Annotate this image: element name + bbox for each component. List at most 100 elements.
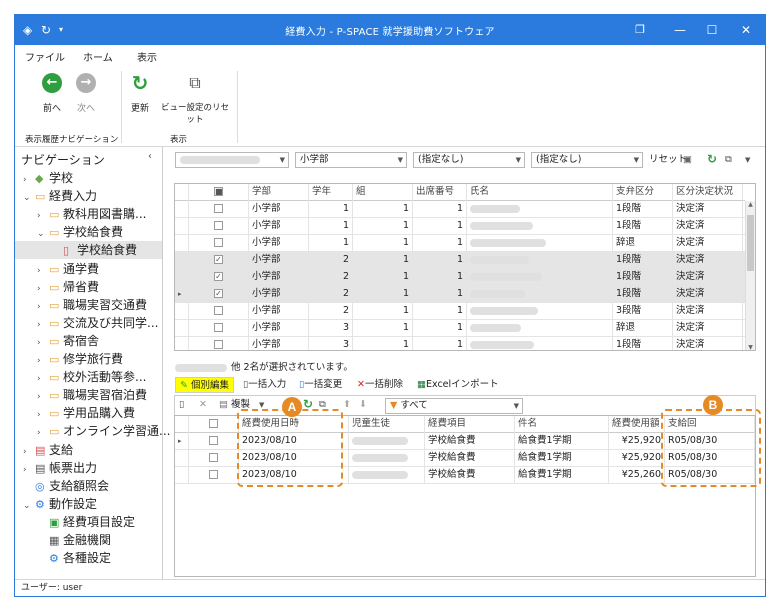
tab-bulk-delete[interactable]: ✕一括削除 [353,377,407,393]
move-up-icon[interactable]: ⬆ [343,398,351,412]
select-all-checkbox[interactable] [189,416,239,433]
row-checkbox[interactable] [189,450,239,467]
close-button[interactable]: ✕ [731,15,761,45]
grade-combo[interactable]: (指定なし) ▼ [413,152,525,168]
next-button[interactable]: → 次へ [71,73,101,114]
column-header[interactable]: 件名 [515,416,609,433]
nav-item[interactable]: › ▭ 通学費 [37,260,99,278]
nav-item[interactable]: › ◆ 学校 [23,169,73,187]
cell-status: 決定済 [673,235,743,252]
nav-item[interactable]: › ▭ 教科用図書購... [37,205,146,223]
refresh-icon[interactable]: ↻ [707,152,717,166]
item-icon: ▤ [35,461,46,475]
nav-item[interactable]: ▣ 経費項目設定 [37,513,135,531]
tab-bulk-input[interactable]: ▯一括入力 [239,377,290,393]
nav-item[interactable]: ⚙ 各種設定 [37,549,111,567]
table-row[interactable]: ✓ 小学部 2 1 1 1段階 決定済 [175,269,745,286]
row-checkbox[interactable]: ✓ [189,286,249,303]
row-checkbox[interactable] [189,337,249,350]
row-checkbox[interactable] [189,320,249,337]
nav-item[interactable]: › ▭ 学用品購入費 [37,404,135,422]
chevron-down-icon[interactable]: ⌄ [23,497,35,515]
row-indicator [175,450,189,467]
department-combo[interactable]: 小学部 ▼ [295,152,407,168]
checkbox-icon: ✓ [214,289,223,298]
table-row[interactable]: 小学部 1 1 1 1段階 決定済 [175,218,745,235]
scroll-down-icon[interactable]: ▼ [746,344,755,350]
nav-item[interactable]: › ▭ オンライン学習通... [37,422,170,440]
select-all-checkbox[interactable]: ■ [189,184,249,201]
restore-layout-button[interactable]: ❐ [625,15,655,45]
nav-item[interactable]: › ▭ 寄宿舎 [37,332,99,350]
tab-individual-edit[interactable]: ✎ 個別編集 [175,377,235,393]
nav-item[interactable]: › ▤ 帳票出力 [23,459,97,477]
layout-icon[interactable]: ▣ [683,153,692,167]
row-checkbox[interactable] [189,235,249,252]
nav-item[interactable]: › ▭ 帰省費 [37,278,99,296]
copy-icon[interactable]: ▤ [219,398,228,412]
column-header[interactable]: 経費項目 [425,416,515,433]
column-header[interactable]: 区分決定状況 [673,184,743,201]
row-indicator-header [175,416,189,433]
nav-item[interactable]: › ▭ 職場実習宿泊費 [37,386,147,404]
nav-item[interactable]: › ▭ 校外活動等参... [37,368,146,386]
row-indicator [175,467,189,484]
column-header[interactable]: 出席番号 [413,184,467,201]
table-row[interactable]: 小学部 3 1 1 辞退 決定済 [175,320,745,337]
class-combo[interactable]: (指定なし) ▼ [531,152,643,168]
nav-item[interactable]: › ▤ 支給 [23,441,73,459]
column-header[interactable]: 児童生徒 [349,416,425,433]
nav-item[interactable]: › ▭ 修学旅行費 [37,350,123,368]
column-header[interactable]: 経費使用額 [609,416,665,433]
nav-item[interactable]: ⌄ ⚙ 動作設定 [23,495,97,513]
more-options-icon[interactable]: ▼ [745,153,750,167]
export-icon[interactable]: ⧉ [725,153,732,167]
collapse-panel-icon[interactable]: ‹ [148,151,152,162]
nav-item[interactable]: ⌄ ▭ 経費入力 [23,187,97,205]
vertical-scrollbar[interactable]: ▲ ▼ [745,201,755,350]
column-header[interactable]: 学年 [309,184,353,201]
reset-view-button[interactable]: ⧉ ビュー設定のリセット [157,73,233,125]
minimize-button[interactable]: — [665,15,695,45]
tab-excel-import[interactable]: ▦Excelインポート [413,377,503,393]
nav-item[interactable]: › ▭ 職場実習交通費 [37,296,147,314]
maximize-button[interactable]: ☐ [697,15,727,45]
refresh-button[interactable]: ↻ 更新 [125,73,155,114]
table-row[interactable]: 小学部 3 1 1 1段階 決定済 [175,337,745,350]
column-header[interactable]: 氏名 [467,184,613,201]
column-header[interactable]: 組 [353,184,413,201]
table-row[interactable]: ✓ 小学部 2 1 1 1段階 決定済 [175,252,745,269]
delete-record-icon[interactable]: ✕ [199,398,207,412]
row-checkbox[interactable]: ✓ [189,269,249,286]
back-button[interactable]: ← 前へ [37,73,67,114]
row-checkbox[interactable] [189,218,249,235]
row-checkbox[interactable]: ✓ [189,252,249,269]
nav-item[interactable]: ▯ 学校給食費 [15,241,162,260]
menu-file[interactable]: ファイル [25,49,65,64]
nav-item[interactable]: ⌄ ▭ 学校給食費 [37,223,123,241]
nav-item[interactable]: ◎ 支給額照会 [23,477,109,495]
nav-item[interactable]: ▦ 金融機関 [37,531,111,549]
table-row[interactable]: 小学部 2 1 1 3段階 決定済 [175,303,745,320]
new-record-icon[interactable]: ▯ [179,398,184,412]
table-row[interactable]: 小学部 1 1 1 辞退 決定済 [175,235,745,252]
column-header[interactable]: 支弁区分 [613,184,673,201]
menu-view[interactable]: 表示 [137,49,157,64]
table-row[interactable]: 小学部 1 1 1 1段階 決定済 [175,201,745,218]
row-checkbox[interactable] [189,467,239,484]
row-checkbox[interactable] [189,201,249,218]
row-checkbox[interactable] [189,433,239,450]
school-combo[interactable]: ▼ [175,152,289,168]
column-header[interactable]: 学部 [249,184,309,201]
row-checkbox[interactable] [189,303,249,320]
tab-bulk-change[interactable]: ▯一括変更 [295,377,346,393]
chevron-down-icon[interactable]: ⌄ [23,189,35,207]
record-filter-combo[interactable]: ▼ すべて ▼ [385,398,523,414]
scrollbar-thumb[interactable] [747,215,754,271]
move-down-icon[interactable]: ⬇ [359,398,367,412]
nav-item[interactable]: › ▭ 交流及び共同学... [37,314,158,332]
item-icon: ⚙ [35,497,45,511]
table-row[interactable]: ▸ ✓ 小学部 2 1 1 1段階 決定済 [175,286,745,303]
scroll-up-icon[interactable]: ▲ [746,201,755,208]
filter-reset-button[interactable]: リセット [649,153,687,167]
